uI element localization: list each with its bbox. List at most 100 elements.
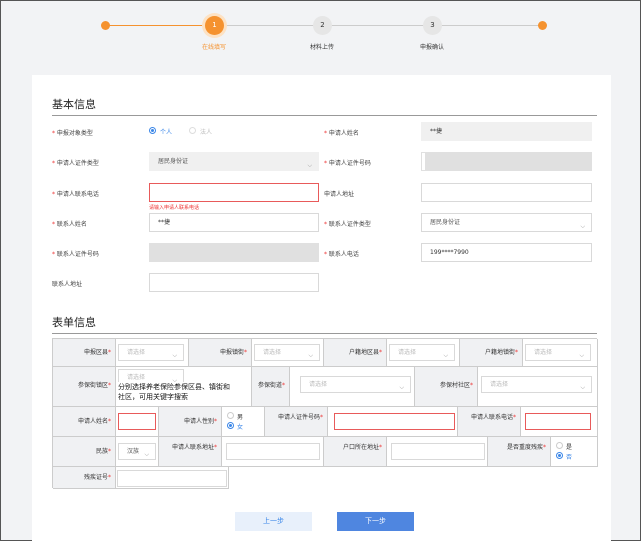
id-type-select[interactable]: 居民身份证 ⌵ xyxy=(149,152,319,171)
table-cell: 请选择 ⌵ xyxy=(523,339,598,367)
disability-label: 是否重度残疾 xyxy=(506,444,543,451)
form-id-number-input[interactable] xyxy=(334,413,455,430)
form-contact-address-input[interactable] xyxy=(226,443,320,460)
table-header-cell: 申请人联系地址* xyxy=(159,437,222,467)
table-cell: 请选择 ⌵ xyxy=(290,367,415,407)
id-number-label: * 申请人证件号码 xyxy=(324,160,371,167)
table-header-cell: 申请人性别* xyxy=(159,407,222,437)
contact-phone-label: * 联系人电话 xyxy=(324,251,359,258)
applicant-type-legal-radio[interactable] xyxy=(189,127,196,134)
chevron-down-icon: ⌵ xyxy=(308,352,313,359)
form-applicant-name-input[interactable] xyxy=(118,413,156,430)
district-label: 申报区县 xyxy=(83,349,108,356)
step-line-todo xyxy=(223,25,539,26)
id-number-input[interactable] xyxy=(421,152,592,171)
form-phone-input[interactable] xyxy=(525,413,591,430)
basic-info-title: 基本信息 xyxy=(52,98,96,111)
prev-step-button[interactable]: 上一步 xyxy=(235,512,312,531)
household-district-select[interactable]: 请选择 ⌵ xyxy=(389,344,455,361)
chevron-down-icon: ⌵ xyxy=(579,352,584,359)
district-select[interactable]: 请选择 ⌵ xyxy=(118,344,184,361)
table-header-cell: 申请人姓名* xyxy=(53,407,116,437)
table-header-cell: 参保街镇区* xyxy=(53,367,116,407)
table-header-cell: 残疾证号* xyxy=(53,467,116,489)
step-2-label: 材料上传 xyxy=(310,44,335,51)
table-cell: 请选择 ⌵ xyxy=(116,339,189,367)
ethnicity-label: 民族 xyxy=(95,448,108,455)
applicant-name-input[interactable]: **捷 xyxy=(421,122,592,141)
chevron-down-icon: ⌵ xyxy=(144,451,149,458)
step-end-dot xyxy=(538,21,547,30)
id-type-label: * 申请人证件类型 xyxy=(52,160,99,167)
household-town-label: 户籍地镇街 xyxy=(484,349,515,356)
table-cell xyxy=(328,407,458,437)
next-step-button[interactable]: 下一步 xyxy=(337,512,414,531)
table-cell xyxy=(116,407,159,437)
address-label: 申请人地址 xyxy=(324,191,355,198)
contact-address-input[interactable] xyxy=(149,273,319,292)
table-header-cell: 参保街道* xyxy=(252,367,290,407)
table-cell xyxy=(521,407,598,437)
table-header-cell: 民族* xyxy=(53,437,116,467)
address-input[interactable] xyxy=(421,183,592,202)
insured-community-label: 参保村社区 xyxy=(439,382,470,389)
table-cell xyxy=(222,437,324,467)
ethnicity-select[interactable]: 汉族 ⌵ xyxy=(118,443,156,460)
disability-cert-input[interactable] xyxy=(117,470,227,487)
chevron-down-icon: ⌵ xyxy=(443,352,448,359)
disability-yes-radio[interactable] xyxy=(556,442,563,449)
contact-id-type-select[interactable]: 居民身份证 ⌵ xyxy=(421,213,592,232)
town-select[interactable]: 请选择 ⌵ xyxy=(254,344,320,361)
table-cell: 请选择 ⌵ xyxy=(478,367,598,407)
step-3-label: 申报确认 xyxy=(420,44,445,51)
applicant-type-legal-label[interactable]: 法人 xyxy=(200,127,212,136)
gender-male-radio[interactable] xyxy=(227,412,234,419)
table-cell: 请选择 ⌵ xyxy=(387,339,460,367)
table-cell: 是 否 xyxy=(551,437,598,467)
phone-error: 请输入申请人联系电话 xyxy=(149,205,200,211)
step-3-circle: 3 xyxy=(423,16,442,35)
applicant-type-personal-label[interactable]: 个人 xyxy=(160,127,172,136)
basic-info-rule xyxy=(52,115,597,116)
insured-community-select[interactable]: 请选择 ⌵ xyxy=(481,376,592,393)
form-id-number-label: 申请人证件号码 xyxy=(277,414,320,421)
chevron-down-icon: ⌵ xyxy=(399,384,404,391)
contact-id-number-label: * 联系人证件号码 xyxy=(52,251,99,258)
contact-name-input[interactable]: **捷 xyxy=(149,213,319,232)
gender-male-label[interactable]: 男 xyxy=(237,412,243,421)
table-cell: 汉族 ⌵ xyxy=(116,437,159,467)
step-1-label: 在线填写 xyxy=(202,44,227,51)
table-header-cell: 申请人证件号码* xyxy=(265,407,328,437)
insured-street-select[interactable]: 请选择 ⌵ xyxy=(300,376,411,393)
household-address-input[interactable] xyxy=(391,443,485,460)
town-label: 申报镇街 xyxy=(219,349,244,356)
household-town-select[interactable]: 请选择 ⌵ xyxy=(525,344,591,361)
form-info-rule xyxy=(52,333,597,334)
gender-female-radio[interactable] xyxy=(227,422,234,429)
chevron-down-icon: ⌵ xyxy=(172,352,177,359)
table-cell: 男 女 xyxy=(222,407,265,437)
gender-female-label[interactable]: 女 xyxy=(237,422,243,431)
disability-yes-label[interactable]: 是 xyxy=(566,442,572,451)
applicant-type-personal-radio[interactable] xyxy=(149,127,156,134)
contact-id-number-input[interactable] xyxy=(149,243,319,262)
insured-district-tooltip: 分别选择养老保险参保区县、镇街和社区，可用关键字搜索 xyxy=(116,382,232,402)
form-applicant-name-label: 申请人姓名 xyxy=(77,418,108,425)
contact-phone-input[interactable]: 199****7990 xyxy=(421,243,592,262)
phone-input[interactable] xyxy=(149,183,319,202)
form-info-title: 表单信息 xyxy=(52,316,96,329)
household-district-label: 户籍地区县 xyxy=(348,349,379,356)
step-2-circle: 2 xyxy=(313,16,332,35)
chevron-down-icon: ⌵ xyxy=(580,223,585,230)
table-cell: 请选择 ⌵ 分别选择养老保险参保区县、镇街和社区，可用关键字搜索 xyxy=(116,367,252,407)
contact-address-form-label: 申请人联系地址 xyxy=(172,444,215,451)
disability-no-label[interactable]: 否 xyxy=(566,452,572,461)
contact-address-label: 联系人地址 xyxy=(52,281,83,288)
table-header-cell: 是否重度残疾* xyxy=(488,437,551,467)
table-header-cell: 参保村社区* xyxy=(415,367,478,407)
table-header-cell: 申报镇街* xyxy=(189,339,252,367)
table-header-cell: 申请人联系电话* xyxy=(458,407,521,437)
household-address-label: 户口所在地址 xyxy=(342,444,379,451)
form-table: 申报区县* 请选择 ⌵ 申报镇街* 请选择 ⌵ 户籍地区县* 请选择 ⌵ 户籍地镇街*… xyxy=(52,338,598,489)
disability-no-radio[interactable] xyxy=(556,452,563,459)
